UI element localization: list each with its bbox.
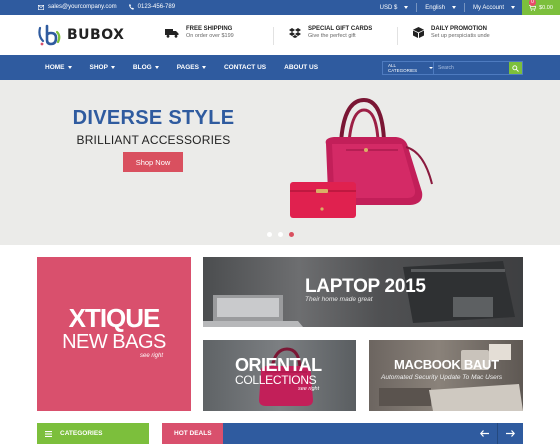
feature-gift-cards: Special Gift Cards Give the perfect gift	[289, 26, 372, 39]
email-icon	[38, 4, 44, 10]
banner-subtitle: Their home made great	[305, 296, 373, 303]
divider	[273, 27, 274, 45]
nav-item-home[interactable]: HOME	[45, 64, 72, 71]
feature-subtitle: Set up perspiciatis unde	[431, 33, 490, 39]
feature-daily-promotion: Daily Promotion Set up perspiciatis unde	[413, 26, 490, 39]
slider-dots	[267, 232, 294, 237]
divider	[416, 3, 418, 12]
currency-dropdown[interactable]: USD $	[380, 5, 409, 11]
arrow-left-icon	[479, 430, 489, 437]
hero-subtitle: BRILLIANT ACCESSORIES	[76, 133, 231, 147]
banner-title: MACBOOK BAUT	[394, 357, 499, 372]
site-header: BUBOX Free Shipping On order over $199 S…	[0, 15, 560, 55]
nav-label: BLOG	[132, 64, 152, 71]
logo[interactable]: BUBOX	[37, 24, 124, 46]
nav-label: ABOUT US	[284, 64, 319, 71]
feature-title: Special Gift Cards	[308, 26, 373, 32]
feature-title: Free Shipping	[186, 26, 233, 32]
feature-subtitle: On order over $199	[186, 33, 234, 39]
hot-deals-label: HOT DEALS	[162, 423, 223, 444]
slider-dot-active[interactable]	[289, 232, 294, 237]
cart-button[interactable]: 0 $0.00	[522, 0, 560, 15]
feature-title: Daily Promotion	[431, 26, 488, 32]
search-button[interactable]	[509, 62, 522, 74]
search-icon	[512, 64, 519, 72]
account-label: My Account	[472, 4, 504, 11]
brand-name: BUBOX	[67, 27, 125, 43]
chevron-down-icon	[154, 66, 159, 69]
prev-button[interactable]	[472, 423, 496, 444]
search-bar: ALL CATEGORIES	[382, 61, 523, 75]
banner-new-bags[interactable]: XTIQUE NEW BAGS see right	[37, 257, 191, 411]
banner-link: see right	[139, 353, 163, 359]
account-dropdown[interactable]: My Account	[473, 5, 515, 11]
chevron-down-icon	[451, 6, 456, 9]
phone-contact: 0123-456-789	[128, 4, 176, 10]
hero-slider: DIVERSE STYLE BRILLIANT ACCESSORIES Shop…	[0, 80, 560, 245]
slider-dot[interactable]	[267, 232, 272, 237]
banner-subtitle: COLLECTIONS	[235, 373, 317, 387]
chevron-down-icon	[511, 6, 515, 9]
categories-toggle[interactable]: CATEGORIES	[37, 423, 149, 444]
banner-subtitle: NEW BAGS	[62, 331, 166, 353]
nav-item-pages[interactable]: PAGES	[177, 64, 206, 71]
nav-item-shop[interactable]: SHOP	[90, 64, 115, 71]
search-category-label: ALL CATEGORIES	[388, 63, 418, 73]
language-label: English	[425, 4, 445, 11]
hot-deals-bar: HOT DEALS	[162, 423, 523, 444]
box-icon	[413, 27, 424, 38]
banner-title: LAPTOP 2015	[305, 276, 426, 297]
arrow-right-icon	[505, 430, 515, 437]
next-button[interactable]	[498, 423, 522, 444]
nav-label: HOME	[45, 64, 65, 71]
nav-label: CONTACT US	[223, 64, 267, 71]
shop-now-button[interactable]: Shop Now	[123, 152, 183, 172]
search-input[interactable]	[434, 62, 509, 74]
truck-icon	[165, 28, 179, 38]
menu-icon	[45, 430, 52, 437]
search-category-select[interactable]: ALL CATEGORIES	[383, 62, 434, 74]
nav-item-blog[interactable]: BLOG	[133, 64, 159, 71]
cart-total: $0.00	[539, 4, 553, 11]
main-nav: HOME SHOP BLOG PAGES CONTACT US ABOUT US…	[0, 55, 560, 80]
banner-macbook[interactable]: MACBOOK BAUT Automated Security Update T…	[369, 340, 523, 411]
feature-subtitle: Give the perfect gift	[308, 33, 356, 39]
nav-item-contact[interactable]: CONTACT US	[224, 64, 266, 71]
nav-item-about[interactable]: ABOUT US	[284, 64, 318, 71]
chevron-down-icon	[429, 67, 433, 69]
hero-handbag-image	[290, 97, 433, 218]
banner-title: XTIQUE	[68, 303, 161, 333]
logo-icon	[38, 24, 61, 46]
email-text: sales@yourcompany.com	[48, 4, 117, 10]
language-dropdown[interactable]: English	[425, 5, 456, 11]
phone-text: 0123-456-789	[137, 4, 176, 10]
chevron-down-icon	[110, 66, 115, 69]
feature-free-shipping: Free Shipping On order over $199	[165, 26, 234, 39]
nav-label: SHOP	[89, 64, 108, 71]
chevron-down-icon	[67, 66, 72, 69]
banner-laptop[interactable]: LAPTOP 2015 Their home made great	[203, 257, 523, 327]
phone-icon	[128, 4, 134, 10]
chevron-down-icon	[201, 66, 206, 69]
email-contact[interactable]: sales@yourcompany.com	[38, 4, 117, 10]
chevron-down-icon	[404, 6, 409, 9]
banner-link: see right	[298, 386, 320, 392]
hero-title-text: DIVERSE STYLE	[72, 107, 235, 129]
categories-label: CATEGORIES	[60, 430, 103, 437]
dropbox-icon	[289, 27, 301, 38]
slider-dot[interactable]	[278, 232, 283, 237]
banner-subtitle: Automated Security Update To Mac Users	[381, 374, 503, 381]
divider	[397, 27, 398, 45]
top-bar: sales@yourcompany.com 0123-456-789 USD $…	[0, 0, 560, 15]
banner-oriental[interactable]: ORIENTAL COLLECTIONS see right	[203, 340, 356, 411]
divider	[463, 3, 465, 12]
nav-label: PAGES	[176, 64, 199, 71]
currency-label: USD $	[379, 4, 398, 11]
